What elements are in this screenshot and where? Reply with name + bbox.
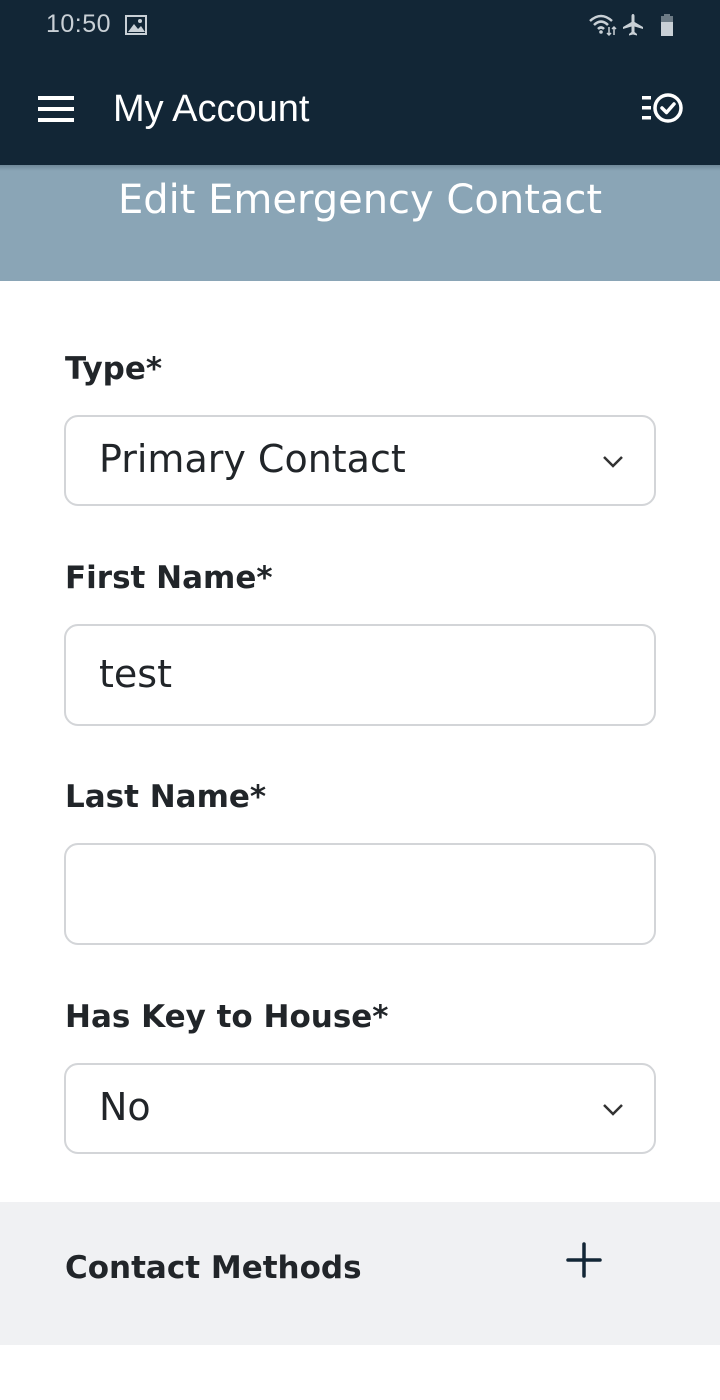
has-key-select[interactable]: No — [64, 1063, 656, 1154]
plus-icon — [566, 1242, 602, 1278]
contact-methods-title: Contact Methods — [65, 1250, 362, 1286]
status-time: 10:50 — [46, 10, 112, 38]
first-name-input[interactable]: test — [64, 624, 656, 726]
type-select-value: Primary Contact — [99, 437, 406, 481]
chevron-down-icon — [603, 456, 623, 468]
page-header: Edit Emergency Contact — [0, 165, 720, 281]
has-key-label: Has Key to House* — [65, 999, 389, 1035]
first-name-label: First Name* — [65, 560, 273, 596]
type-select[interactable]: Primary Contact — [64, 415, 656, 506]
last-name-label: Last Name* — [65, 779, 267, 815]
page-title: Edit Emergency Contact — [117, 177, 603, 223]
menu-button[interactable] — [36, 92, 76, 124]
header-shadow — [0, 165, 720, 171]
image-icon — [125, 15, 147, 35]
checklist-button[interactable] — [638, 90, 688, 130]
first-name-value: test — [99, 652, 172, 696]
airplane-mode-icon — [623, 14, 643, 36]
wifi-icon — [589, 14, 617, 37]
app-bar: My Account — [0, 52, 720, 165]
has-key-select-value: No — [99, 1085, 151, 1129]
add-contact-method-button[interactable] — [562, 1238, 606, 1282]
battery-icon — [661, 14, 673, 36]
app-title: My Account — [113, 88, 310, 130]
contact-methods-section: Contact Methods — [0, 1202, 720, 1345]
checklist-icon — [642, 93, 683, 123]
type-label: Type* — [65, 351, 163, 387]
status-bar: 10:50 — [0, 0, 720, 52]
chevron-down-icon — [603, 1104, 623, 1116]
last-name-input[interactable] — [64, 843, 656, 945]
